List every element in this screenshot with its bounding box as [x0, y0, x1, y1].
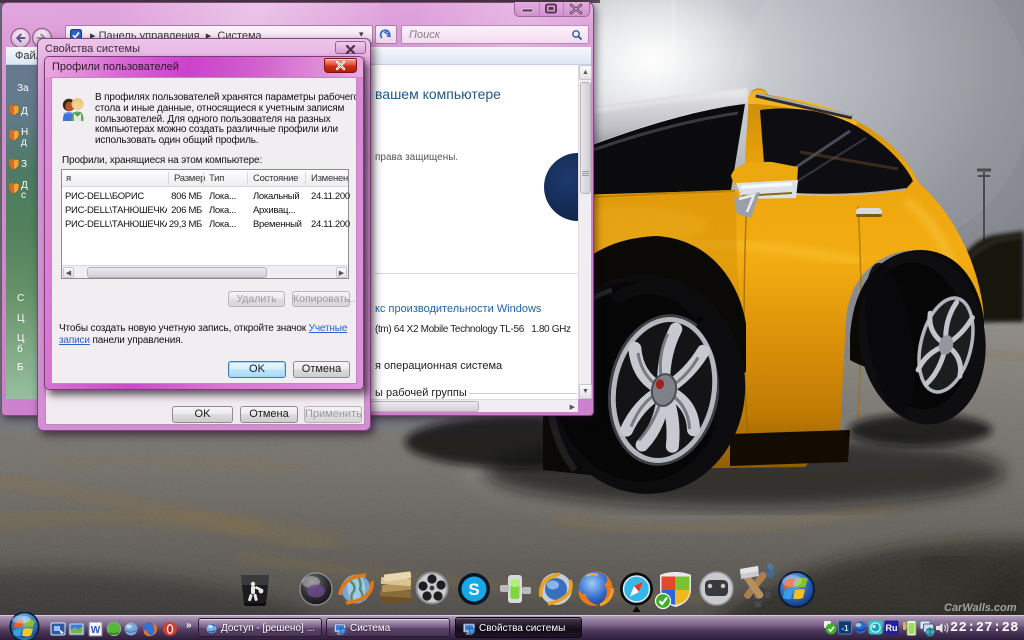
svg-text:-1: -1 — [841, 624, 849, 633]
svg-text:W: W — [91, 625, 101, 636]
svg-text:Ru: Ru — [886, 623, 898, 633]
svg-text:S: S — [468, 580, 479, 599]
svg-text:»: » — [186, 620, 192, 631]
